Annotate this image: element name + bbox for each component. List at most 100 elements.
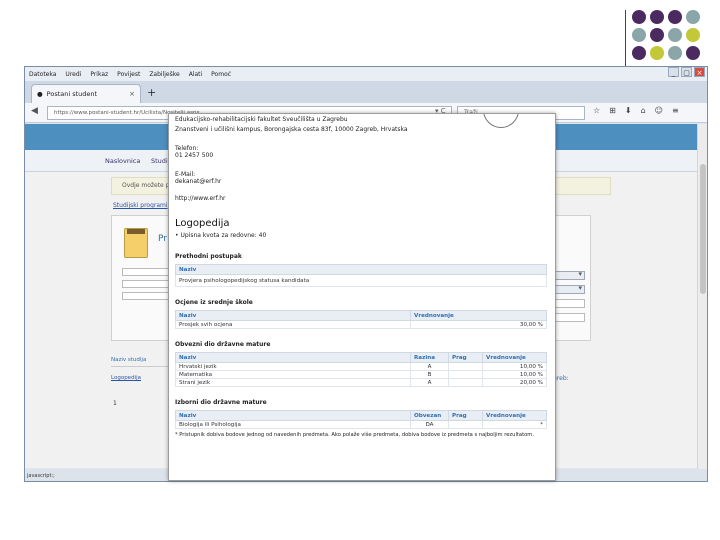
decor-dot: [632, 10, 646, 24]
col-header: Naziv: [175, 352, 411, 363]
study-list-header: Naziv studija: [111, 357, 171, 367]
decor-dot: [650, 10, 664, 24]
back-icon[interactable]: ◀: [31, 106, 38, 116]
menu-view[interactable]: Prikaz: [90, 71, 108, 78]
download-icon[interactable]: ⬇: [625, 106, 632, 115]
bookmark-star-icon[interactable]: ☆: [593, 106, 600, 115]
preliminary-table: Naziv Provjera psihologopedijskog status…: [175, 264, 547, 287]
cell-threshold: [448, 378, 483, 387]
program-title: Logopedija: [175, 218, 230, 229]
browser-menubar: Datoteka Uredi Prikaz Povijest Zabilješk…: [25, 67, 707, 81]
close-window-button[interactable]: ×: [694, 67, 705, 77]
table-row: Provjera psihologopedijskog statusa kand…: [175, 274, 547, 287]
mandatory-table: Naziv Razina Prag Vrednovanje Hrvatski j…: [175, 352, 547, 387]
tab-bar: ● Postani student × +: [25, 81, 707, 103]
decor-dot: [668, 46, 682, 60]
decor-dot: [668, 10, 682, 24]
program-detail-popup: Edukacijsko-rehabilitacijski fakultet Sv…: [168, 113, 556, 481]
decor-line: [625, 10, 626, 70]
decor-dot: [686, 46, 700, 60]
maximize-button[interactable]: ▢: [681, 67, 692, 77]
cell-name: Strani jezik: [175, 378, 411, 387]
faculty-address: Znanstveni i učilišni kampus, Borongajsk…: [175, 126, 408, 133]
slide: Datoteka Uredi Prikaz Povijest Zabilješk…: [0, 0, 720, 540]
decor-dot: [668, 28, 682, 42]
col-header: Obvezan: [410, 410, 449, 421]
cell-weight: *: [482, 420, 547, 429]
cell-weight: 10,00 %: [482, 362, 547, 371]
footnote: * Pristupnik dobiva bodove jednog od nav…: [175, 432, 535, 438]
study-list: Naziv studija Logopedija: [111, 357, 171, 389]
col-header: Vrednovanje: [482, 352, 547, 363]
elective-title: Izborni dio državne mature: [175, 399, 267, 406]
cell-name: Biologija ili Psihologija: [175, 420, 411, 429]
col-header: Razina: [410, 352, 449, 363]
decor-dot: [650, 46, 664, 60]
decor-dots: [628, 10, 710, 70]
home-icon[interactable]: ⌂: [641, 106, 646, 115]
cell-name: Provjera psihologopedijskog statusa kand…: [175, 274, 547, 287]
menu-file[interactable]: Datoteka: [29, 71, 56, 78]
study-programs-link[interactable]: Studijski programi: [113, 202, 168, 209]
decor-dot: [650, 28, 664, 42]
cell-name: Matematika: [175, 370, 411, 379]
menu-help[interactable]: Pomoć: [211, 71, 231, 78]
quota-text: Upisna kvota za redovne: 40: [180, 232, 267, 239]
col-header: Naziv: [175, 310, 411, 321]
site-menu-home[interactable]: Naslovnica: [105, 157, 140, 165]
preliminary-title: Prethodni postupak: [175, 253, 242, 260]
cell-name: Prosjek svih ocjena: [175, 320, 411, 329]
cell-name: Hrvatski jezik: [175, 362, 411, 371]
cell-level: A: [410, 378, 449, 387]
col-header: Prag: [448, 410, 483, 421]
hamburger-menu-icon[interactable]: ≡: [672, 106, 679, 115]
decor-dot: [686, 10, 700, 24]
email-label: E-Mail:: [175, 171, 196, 178]
pagination-page[interactable]: 1: [113, 400, 117, 407]
elective-table: Naziv Obvezan Prag Vrednovanje Biologija…: [175, 410, 547, 429]
website-link[interactable]: http://www.erf.hr: [175, 195, 547, 202]
menu-history[interactable]: Povijest: [117, 71, 140, 78]
cell-level: B: [410, 370, 449, 379]
minimize-button[interactable]: _: [668, 67, 679, 77]
scroll-thumb[interactable]: [700, 164, 706, 294]
new-tab-button[interactable]: +: [147, 86, 156, 99]
cell-mandatory: DA: [410, 420, 449, 429]
cell-level: A: [410, 362, 449, 371]
phone-label: Telefon:: [175, 145, 199, 152]
cell-weight: 30,00 %: [410, 320, 547, 329]
tab-postani-student[interactable]: ● Postani student ×: [31, 84, 141, 103]
page-scrollbar[interactable]: [697, 124, 707, 469]
tab-title: Postani student: [46, 90, 98, 98]
cell-threshold: [448, 420, 483, 429]
col-header: Vrednovanje: [410, 310, 547, 321]
cell-weight: 20,00 %: [482, 378, 547, 387]
col-header: Naziv: [175, 410, 411, 421]
email-value[interactable]: dekanat@erf.hr: [175, 178, 547, 185]
faculty-name: Edukacijsko-rehabilitacijski fakultet Sv…: [175, 116, 348, 123]
account-icon[interactable]: ☺: [655, 106, 663, 115]
col-header: Prag: [448, 352, 483, 363]
panel-title: Pr: [158, 234, 167, 244]
cell-weight: 10,00 %: [482, 370, 547, 379]
decor-dot: [686, 28, 700, 42]
col-header: Vrednovanje: [482, 410, 547, 421]
popup-content: Edukacijsko-rehabilitacijski fakultet Sv…: [175, 114, 547, 439]
notepad-icon: [124, 228, 148, 258]
toolbar-icons: ☆ ⊞ ⬇ ⌂ ☺ ≡: [593, 106, 679, 115]
window-controls: _ ▢ ×: [668, 67, 705, 77]
cell-threshold: [448, 362, 483, 371]
decor-dot: [632, 28, 646, 42]
phone-value: 01 2457 500: [175, 152, 214, 159]
quota-line: • Upisna kvota za redovne: 40: [175, 232, 267, 239]
cell-threshold: [448, 370, 483, 379]
menu-edit[interactable]: Uredi: [65, 71, 81, 78]
table-row: Hrvatski jezik A 10,00 %: [175, 362, 547, 371]
study-link-logopedija[interactable]: Logopedija: [111, 367, 171, 389]
menu-tools[interactable]: Alati: [189, 71, 202, 78]
col-header: Naziv: [175, 264, 547, 275]
library-icon[interactable]: ⊞: [609, 106, 616, 115]
high-school-title: Ocjene iz srednje škole: [175, 299, 253, 306]
menu-bookmarks[interactable]: Zabilješke: [149, 71, 179, 78]
tab-close-icon[interactable]: ×: [129, 90, 135, 98]
